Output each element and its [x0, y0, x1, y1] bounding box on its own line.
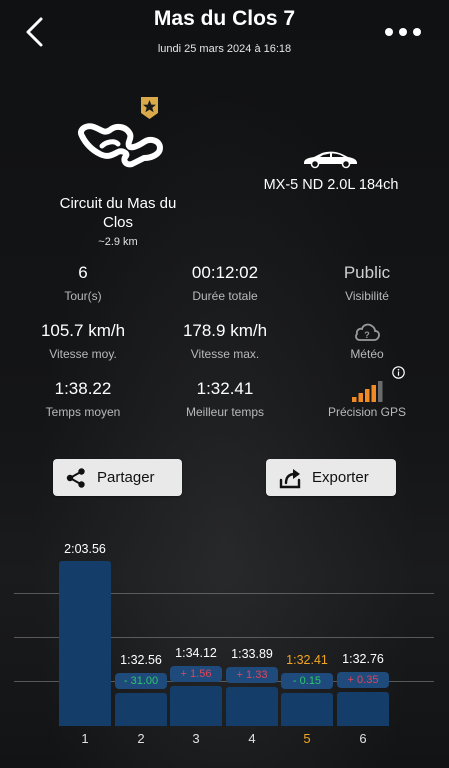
info-icon[interactable] [392, 366, 405, 379]
share-label: Partager [97, 469, 155, 486]
lap-bar[interactable] [170, 686, 222, 726]
stat-duration: 00:12:02 Durée totale [155, 263, 295, 303]
circuit-map-icon [78, 123, 163, 168]
lap-number-label: 4 [248, 731, 256, 746]
lap-time-label: 2:03.56 [64, 542, 106, 556]
lap-bar[interactable] [281, 693, 333, 726]
lap-delta-badge: + 1.56 [170, 666, 222, 682]
lap-number-label: 1 [81, 731, 89, 746]
svg-text:?: ? [364, 330, 370, 340]
avg-speed-value: 105.7 km/h [40, 321, 126, 340]
export-label: Exporter [312, 469, 369, 486]
circuit-length: ~2.9 km [98, 236, 138, 248]
duration-label: Durée totale [192, 289, 258, 303]
share-icon [66, 467, 85, 488]
best-time-label: Meilleur temps [185, 405, 265, 419]
star-badge-icon [141, 97, 158, 119]
lap-number-label: 6 [359, 731, 367, 746]
page-title: Mas du Clos 7 [153, 7, 296, 30]
stat-best-time: 1:32.41 Meilleur temps [155, 379, 295, 419]
lap-delta-badge: + 1.33 [226, 666, 278, 683]
share-button[interactable]: Partager [53, 459, 182, 496]
car-icon [304, 151, 357, 169]
lap-time-label: 1:32.56 [120, 652, 162, 667]
circuit-name: Circuit du Mas du Clos [59, 195, 177, 231]
lap-number-label: 5 [303, 731, 311, 746]
avg-speed-label: Vitesse moy. [49, 347, 117, 361]
session-date: lundi 25 mars 2024 à 16:18 [157, 43, 292, 55]
stat-max-speed: 178.9 km/h Vitesse max. [155, 321, 295, 361]
max-speed-label: Vitesse max. [190, 347, 260, 361]
avg-time-value: 1:38.22 [54, 379, 112, 398]
lap-bar[interactable] [226, 686, 278, 726]
weather-label: Météo [350, 347, 384, 361]
lap-bar[interactable] [59, 561, 111, 726]
car-name: MX-5 ND 2.0L 184ch [263, 177, 399, 193]
laps-value: 6 [78, 263, 88, 282]
laps-label: Tour(s) [64, 289, 102, 303]
stat-laps: 6 Tour(s) [13, 263, 153, 303]
stat-visibility[interactable]: Public Visibilité [297, 263, 437, 303]
lap-number-label: 3 [192, 731, 200, 746]
lap-time-label: 1:34.12 [175, 646, 217, 660]
lap-time-label: 1:32.41 [286, 653, 328, 668]
more-options-icon[interactable] [383, 22, 423, 42]
visibility-label: Visibilité [345, 289, 389, 303]
lap-time-label: 1:32.76 [342, 651, 384, 666]
duration-value: 00:12:02 [191, 263, 259, 282]
lap-delta-badge: - 31.00 [115, 672, 167, 689]
cloud-question-icon: ? [355, 323, 380, 341]
export-button[interactable]: Exporter [266, 459, 396, 496]
signal-bars-icon [352, 381, 383, 402]
lap-time-label: 1:33.89 [231, 646, 273, 661]
avg-time-label: Temps moyen [45, 405, 121, 419]
lap-delta-badge: + 0.35 [337, 671, 389, 688]
lap-bar[interactable] [337, 691, 389, 726]
max-speed-value: 178.9 km/h [182, 321, 268, 340]
stat-avg-speed: 105.7 km/h Vitesse moy. [13, 321, 153, 361]
stat-gps[interactable]: Précision GPS [297, 379, 437, 419]
stat-avg-time: 1:38.22 Temps moyen [13, 379, 153, 419]
lap-bar[interactable] [115, 692, 167, 726]
best-time-value: 1:32.41 [196, 379, 254, 398]
gps-label: Précision GPS [327, 405, 407, 419]
export-icon [279, 468, 301, 488]
visibility-value: Public [343, 263, 391, 282]
lap-delta-badge: - 0.15 [281, 673, 333, 690]
lap-number-label: 2 [137, 731, 145, 746]
stat-weather[interactable]: ? Météo [297, 321, 437, 361]
